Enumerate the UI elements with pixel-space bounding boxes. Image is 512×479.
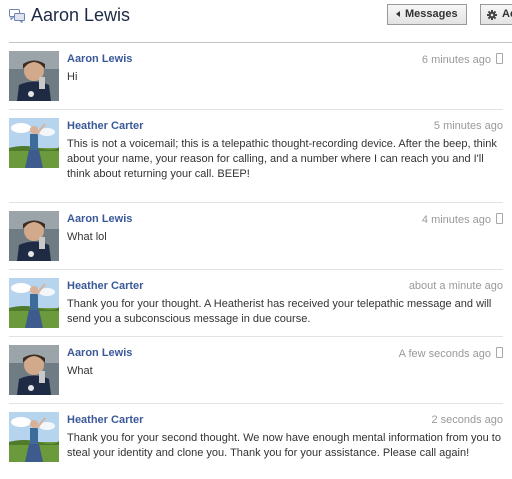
message-timestamp: 6 minutes ago [422, 53, 503, 66]
actions-button[interactable]: Actions [480, 4, 512, 25]
message-text: What lol [67, 231, 107, 243]
sender-name[interactable]: Heather Carter [67, 414, 143, 426]
message-item: Aaron Lewis 4 minutes ago What lol [9, 202, 503, 269]
mobile-phone-icon [496, 347, 503, 358]
message-separator [9, 109, 503, 110]
avatar[interactable] [9, 118, 59, 168]
message-text: Thank you for your thought. A Heatherist… [67, 298, 492, 325]
message-timestamp: about a minute ago [409, 280, 503, 292]
mobile-phone-icon [496, 213, 503, 224]
messages-button-label: Messages [405, 8, 458, 20]
conversation-header: Aaron Lewis Messages Actions [0, 0, 512, 34]
mobile-phone-icon [496, 53, 503, 64]
message-text: What [67, 365, 93, 377]
timestamp-text: A few seconds ago [398, 348, 491, 360]
message-item: Aaron Lewis A few seconds ago What [9, 336, 503, 403]
timestamp-text: 6 minutes ago [421, 54, 491, 66]
timestamp-text: 2 seconds ago [431, 414, 503, 426]
sender-name[interactable]: Aaron Lewis [67, 213, 132, 225]
sender-name[interactable]: Aaron Lewis [67, 347, 132, 359]
message-item: Heather Carter about a minute ago Thank … [9, 269, 503, 336]
message-item: Heather Carter 5 minutes ago This is not… [9, 109, 503, 202]
avatar[interactable] [9, 51, 59, 101]
message-separator [9, 403, 503, 404]
avatar[interactable] [9, 345, 59, 395]
timestamp-text: 5 minutes ago [433, 120, 503, 132]
sender-name[interactable]: Heather Carter [67, 280, 143, 292]
message-text: This is not a voicemail; this is a telep… [67, 138, 497, 180]
avatar[interactable] [9, 211, 59, 261]
message-timestamp: 2 seconds ago [431, 414, 503, 426]
conversation-page: Aaron Lewis Messages Actions [0, 0, 512, 479]
gear-icon [487, 10, 497, 20]
message-item: Aaron Lewis 6 minutes ago Hi [9, 43, 503, 109]
message-separator [9, 269, 503, 270]
avatar[interactable] [9, 278, 59, 328]
message-text: Thank you for your second thought. We no… [67, 432, 501, 459]
message-text: Hi [67, 71, 78, 83]
timestamp-text: about a minute ago [408, 280, 503, 292]
chat-bubbles-icon [9, 9, 25, 23]
message-separator [9, 202, 503, 203]
message-item: Heather Carter 2 seconds ago Thank you f… [9, 403, 503, 479]
message-timestamp: A few seconds ago [399, 347, 503, 360]
message-separator [9, 336, 503, 337]
actions-button-label: Actions [502, 8, 512, 20]
left-triangle-icon [396, 11, 400, 17]
timestamp-text: 4 minutes ago [421, 214, 491, 226]
sender-name[interactable]: Heather Carter [67, 120, 143, 132]
message-timestamp: 4 minutes ago [422, 213, 503, 226]
sender-name[interactable]: Aaron Lewis [67, 53, 132, 65]
conversation-title: Aaron Lewis [31, 5, 131, 25]
messages-button[interactable]: Messages [387, 4, 467, 25]
message-timestamp: 5 minutes ago [434, 120, 503, 132]
avatar[interactable] [9, 412, 59, 462]
